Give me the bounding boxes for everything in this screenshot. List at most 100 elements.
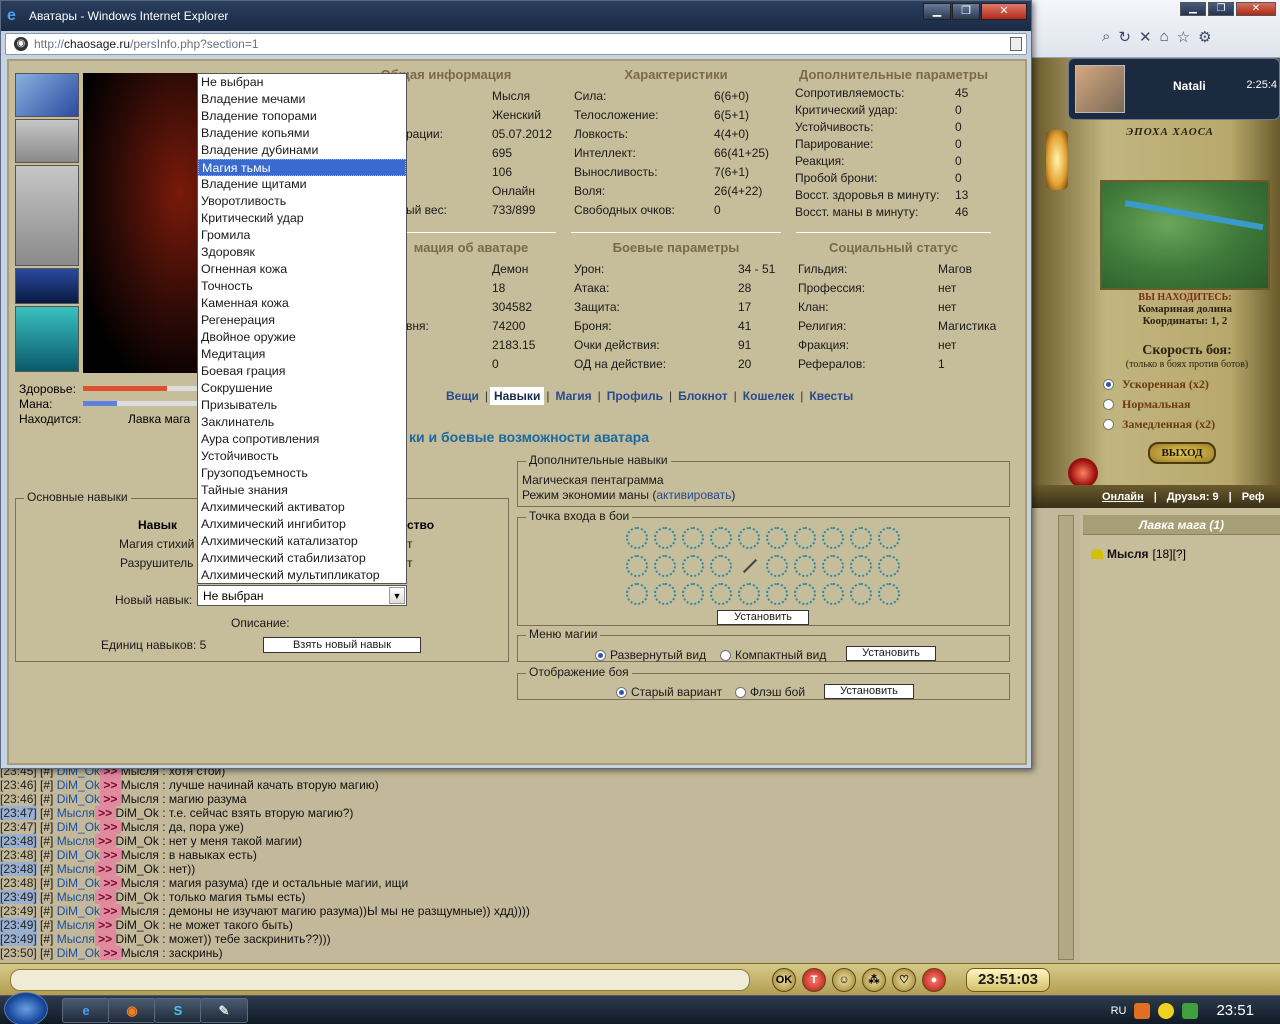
- start-button[interactable]: [4, 992, 48, 1024]
- chat-time[interactable]: [23:47]: [0, 806, 37, 820]
- online-link[interactable]: Онлайн: [1102, 491, 1144, 503]
- tab-5[interactable]: Кошелек: [739, 387, 798, 405]
- chat-time[interactable]: [23:48]: [0, 876, 37, 890]
- close-button[interactable]: ✕: [981, 3, 1027, 20]
- chat-sender[interactable]: Мысля: [57, 806, 95, 820]
- tab-2[interactable]: Магия: [551, 387, 595, 405]
- magic-menu-option-compact[interactable]: Компактный вид: [720, 648, 826, 662]
- dropdown-option[interactable]: Владение копьями: [198, 125, 406, 142]
- chat-recipient[interactable]: Мысля: [121, 848, 159, 862]
- entry-point-cell[interactable]: [850, 583, 872, 605]
- user-row[interactable]: Мысля [18][?]: [1091, 547, 1280, 561]
- chat-private-tag[interactable]: [#]: [37, 806, 57, 820]
- chat-private-tag[interactable]: [#]: [37, 834, 57, 848]
- entry-point-cell[interactable]: [710, 583, 732, 605]
- dropdown-option[interactable]: Алхимический мультипликатор: [198, 567, 406, 583]
- radio-icon[interactable]: [1103, 378, 1114, 390]
- taskbar-firefox-icon[interactable]: ◉: [108, 998, 156, 1023]
- refresh-icon[interactable]: ↻: [1118, 28, 1131, 46]
- chat-recipient[interactable]: Мысля: [121, 946, 159, 960]
- tab-6[interactable]: Квесты: [805, 387, 857, 405]
- entry-point-cell[interactable]: [682, 527, 704, 549]
- entry-point-cell[interactable]: [878, 583, 900, 605]
- chat-time[interactable]: [23:48]: [0, 848, 37, 862]
- entry-point-cell[interactable]: [850, 527, 872, 549]
- battle-display-set-button[interactable]: Установить: [824, 684, 914, 699]
- entry-point-cell[interactable]: [794, 583, 816, 605]
- new-skill-select[interactable]: Не выбран ▼: [197, 585, 407, 606]
- sword-icon[interactable]: [738, 555, 760, 577]
- chat-recipient[interactable]: Мысля: [121, 820, 159, 834]
- entry-point-cell[interactable]: [822, 583, 844, 605]
- chevron-down-icon[interactable]: ▼: [389, 587, 405, 604]
- chat-time[interactable]: [23:50]: [0, 946, 37, 960]
- dropdown-option[interactable]: Владение топорами: [198, 108, 406, 125]
- equip-slot-empty[interactable]: [15, 119, 79, 163]
- chat-private-tag[interactable]: [#]: [37, 862, 57, 876]
- tray-chat-icon[interactable]: [1158, 1002, 1175, 1019]
- take-skill-button[interactable]: Взять новый навык: [263, 637, 421, 653]
- gear-icon[interactable]: ⚙: [1198, 28, 1211, 46]
- chat-time[interactable]: [23:47]: [0, 820, 37, 834]
- radio-icon[interactable]: [1103, 418, 1114, 430]
- tab-4[interactable]: Блокнот: [674, 387, 732, 405]
- chat-recipient[interactable]: Мысля: [121, 792, 159, 806]
- entry-point-cell[interactable]: [654, 583, 676, 605]
- radio-icon[interactable]: [735, 686, 746, 698]
- chat-time[interactable]: [23:49]: [0, 904, 37, 918]
- tab-0[interactable]: Вещи: [442, 387, 483, 405]
- chat-private-tag[interactable]: [#]: [37, 918, 57, 932]
- entry-point-cell[interactable]: [766, 555, 788, 577]
- maximize-button[interactable]: ❐: [952, 3, 980, 20]
- entry-point-cell[interactable]: [766, 583, 788, 605]
- entry-point-cell[interactable]: [626, 527, 648, 549]
- chat-sender[interactable]: Мысля: [57, 918, 95, 932]
- chat-private-tag[interactable]: [#]: [37, 932, 57, 946]
- dropdown-option[interactable]: Каменная кожа: [198, 295, 406, 312]
- chat-time[interactable]: [23:46]: [0, 792, 37, 806]
- chat-private-tag[interactable]: [#]: [37, 876, 57, 890]
- dropdown-option[interactable]: Точность: [198, 278, 406, 295]
- dropdown-option[interactable]: Призыватель: [198, 397, 406, 414]
- entry-point-cell[interactable]: [626, 583, 648, 605]
- chat-recipient[interactable]: Мысля: [121, 778, 159, 792]
- home-icon[interactable]: ⌂: [1160, 28, 1169, 46]
- dropdown-option[interactable]: Громила: [198, 227, 406, 244]
- chat-recipient[interactable]: DiM_Ok: [116, 890, 159, 904]
- search-icon[interactable]: ⌕: [1102, 28, 1110, 46]
- chat-sender[interactable]: Мысля: [57, 890, 95, 904]
- dropdown-option[interactable]: Уворотливость: [198, 193, 406, 210]
- chat-scrollbar[interactable]: [1058, 515, 1074, 960]
- entry-point-cell[interactable]: [822, 555, 844, 577]
- friends-link[interactable]: Друзья: 9: [1167, 491, 1219, 503]
- skill-dropdown-list[interactable]: Не выбран Владение мечами Владение топорам…: [197, 73, 407, 584]
- minimap[interactable]: [1100, 180, 1270, 290]
- chat-private-tag[interactable]: [#]: [37, 820, 57, 834]
- dropdown-option[interactable]: Аура сопротивления: [198, 431, 406, 448]
- minimize-button[interactable]: ▁: [923, 3, 951, 20]
- dropdown-option[interactable]: Медитация: [198, 346, 406, 363]
- taskbar-skype-icon[interactable]: S: [154, 998, 202, 1023]
- dropdown-option[interactable]: Боевая грация: [198, 363, 406, 380]
- ref-link[interactable]: Реф: [1242, 491, 1265, 503]
- taskbar-paint-icon[interactable]: ✎: [200, 998, 248, 1023]
- chat-time[interactable]: [23:49]: [0, 918, 37, 932]
- battle-display-option-flash[interactable]: Флэш бой: [735, 685, 805, 699]
- dropdown-option[interactable]: Грузоподъемность: [198, 465, 406, 482]
- magic-menu-option-expanded[interactable]: Развернутый вид: [595, 648, 706, 662]
- speed-option-fast[interactable]: Ускоренная (x2): [1103, 374, 1277, 394]
- entry-point-cell[interactable]: [822, 527, 844, 549]
- address-text[interactable]: http://chaosage.ru/persInfo.php?section=…: [34, 37, 259, 51]
- chat-recipient[interactable]: DiM_Ok: [116, 806, 159, 820]
- chat-private-tag[interactable]: [#]: [37, 792, 57, 806]
- chat-recipient[interactable]: DiM_Ok: [116, 932, 159, 946]
- chat-recipient[interactable]: DiM_Ok: [116, 862, 159, 876]
- tray-app-icon[interactable]: [1134, 1002, 1151, 1019]
- lips-icon[interactable]: ♡: [892, 968, 916, 992]
- equip-slot-gloves[interactable]: [15, 73, 79, 117]
- entry-point-cell[interactable]: [710, 555, 732, 577]
- profile-card[interactable]: Natali 2:25:4: [1068, 58, 1280, 120]
- dropdown-option[interactable]: Регенерация: [198, 312, 406, 329]
- entry-point-cell[interactable]: [794, 555, 816, 577]
- dropdown-option[interactable]: Алхимический стабилизатор: [198, 550, 406, 567]
